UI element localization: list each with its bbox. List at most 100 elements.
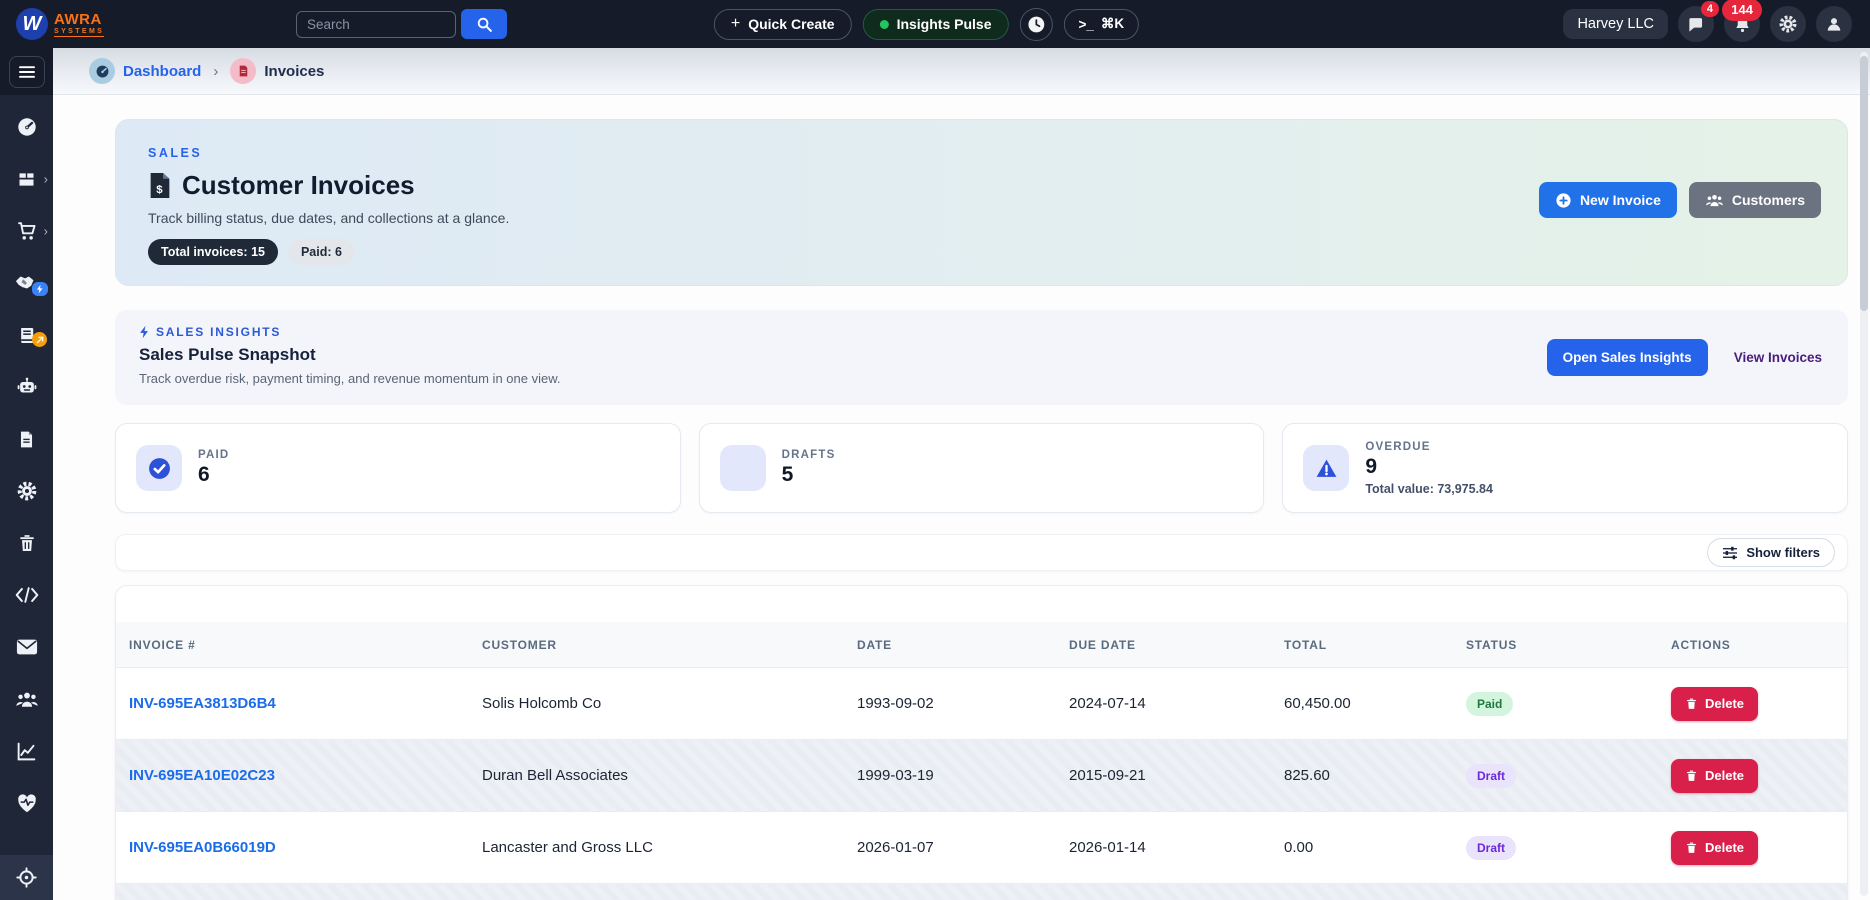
table-header-row: INVOICE # CUSTOMER DATE DUE DATE TOTAL S… — [116, 622, 1847, 667]
breadcrumb-invoices: Invoices — [230, 58, 324, 84]
invoices-table: INVOICE # CUSTOMER DATE DUE DATE TOTAL S… — [115, 585, 1848, 900]
sidebar-item-customers[interactable] — [0, 673, 53, 725]
trash-icon — [17, 533, 37, 554]
column-header-total: TOTAL — [1284, 638, 1466, 652]
page-title: Customer Invoices — [182, 170, 415, 201]
breadcrumb-separator: › — [213, 63, 218, 80]
heart-pulse-icon — [16, 793, 38, 813]
search-input[interactable] — [296, 11, 456, 38]
gauge-icon — [16, 116, 38, 138]
chevron-right-icon: › — [44, 224, 48, 239]
gauge-icon — [89, 58, 115, 84]
sidebar-item-settings[interactable] — [0, 465, 53, 517]
package-box-icon — [16, 169, 37, 190]
robot-icon — [16, 376, 38, 398]
green-dot-icon — [880, 20, 889, 29]
invoice-link[interactable]: INV-695EA10E02C23 — [129, 767, 275, 784]
stat-value: 6 — [198, 463, 229, 487]
messages-button[interactable]: 4 — [1678, 6, 1714, 42]
plus-icon: + — [731, 15, 740, 33]
settings-button[interactable] — [1770, 6, 1806, 42]
customers-button[interactable]: Customers — [1689, 182, 1821, 218]
delete-button[interactable]: Delete — [1671, 687, 1758, 721]
sidebar-item-target[interactable] — [0, 855, 53, 900]
table-row: INV-695EA3813D6B4 Solis Holcomb Co 1993-… — [116, 667, 1847, 739]
invoice-link[interactable]: INV-695EA0B66019D — [129, 839, 276, 856]
sidebar-item-dashboard[interactable] — [0, 101, 53, 153]
app-logo[interactable]: W AWRA SYSTEMS — [16, 8, 166, 40]
scrollbar-thumb[interactable] — [1860, 56, 1868, 311]
open-sales-insights-button[interactable]: Open Sales Insights — [1547, 339, 1708, 376]
chevron-right-icon: › — [44, 172, 48, 187]
profile-button[interactable] — [1816, 6, 1852, 42]
logo-mark-icon: W — [16, 8, 48, 40]
top-navbar: W AWRA SYSTEMS + Quick Create Insights P… — [0, 0, 1870, 48]
clock-icon — [1026, 15, 1045, 34]
quick-create-button[interactable]: + Quick Create — [714, 9, 852, 40]
sidebar-item-ai-assistant[interactable] — [0, 361, 53, 413]
breadcrumb-dashboard[interactable]: Dashboard — [89, 58, 201, 84]
invoice-link[interactable]: INV-695EA3813D6B4 — [129, 695, 276, 712]
users-group-icon — [15, 689, 39, 709]
customer-cell: Lancaster and Gross LLC — [482, 839, 857, 856]
check-circle-icon — [136, 445, 182, 491]
column-header-status: STATUS — [1466, 638, 1671, 652]
sidebar-item-analytics[interactable] — [0, 725, 53, 777]
file-icon — [17, 429, 36, 450]
table-row: INV-695EA10E02C23 Duran Bell Associates … — [116, 739, 1847, 811]
vertical-scrollbar[interactable] — [1860, 52, 1868, 896]
stats-row: PAID 6 DRAFTS 5 OVERDUE — [115, 423, 1848, 513]
section-eyebrow: SALES — [148, 146, 1815, 160]
stat-card-drafts: DRAFTS 5 — [699, 423, 1265, 513]
company-selector[interactable]: Harvey LLC — [1563, 9, 1668, 39]
sidebar-item-orders[interactable]: › — [0, 205, 53, 257]
hamburger-icon — [18, 65, 36, 79]
sidebar-item-health[interactable] — [0, 777, 53, 829]
table-row-partial — [116, 883, 1847, 900]
stat-note: Total value: 73,975.84 — [1365, 482, 1493, 496]
command-palette-button[interactable]: >_ ⌘K — [1063, 9, 1139, 40]
delete-button[interactable]: Delete — [1671, 831, 1758, 865]
users-icon — [1705, 192, 1724, 208]
due-date-cell: 2026-01-14 — [1069, 839, 1284, 856]
delete-button[interactable]: Delete — [1671, 759, 1758, 793]
warning-triangle-icon — [1303, 445, 1349, 491]
notifications-button[interactable]: 144 — [1724, 6, 1760, 42]
terminal-prompt-icon: >_ — [1078, 17, 1093, 32]
sidebar-toggle-button[interactable] — [9, 56, 45, 88]
stat-card-paid: PAID 6 — [115, 423, 681, 513]
code-icon — [15, 586, 39, 604]
view-invoices-link[interactable]: View Invoices — [1734, 350, 1822, 365]
shortcut-keys: ⌘K — [1101, 16, 1124, 32]
stat-value: 5 — [782, 463, 836, 487]
stat-label: OVERDUE — [1365, 441, 1493, 453]
bolt-badge-icon — [32, 282, 48, 296]
arrow-badge-icon — [32, 332, 47, 347]
table-row: INV-695EA0B66019D Lancaster and Gross LL… — [116, 811, 1847, 883]
sidebar-item-partners[interactable] — [0, 257, 53, 309]
plus-circle-icon — [1555, 192, 1572, 209]
status-badge: Draft — [1466, 764, 1516, 788]
sidebar-item-packages[interactable]: › — [0, 153, 53, 205]
paid-count-badge: Paid: 6 — [288, 239, 355, 265]
app-frame: › › — [0, 48, 1870, 900]
new-invoice-button[interactable]: New Invoice — [1539, 182, 1677, 218]
insights-pulse-button[interactable]: Insights Pulse — [863, 9, 1009, 40]
total-cell: 60,450.00 — [1284, 695, 1466, 712]
stat-label: PAID — [198, 449, 229, 461]
stat-card-overdue: OVERDUE 9 Total value: 73,975.84 — [1282, 423, 1848, 513]
sidebar-item-trash[interactable] — [0, 517, 53, 569]
show-filters-button[interactable]: Show filters — [1707, 538, 1835, 567]
sidebar-item-documents[interactable] — [0, 413, 53, 465]
insights-eyebrow: SALES INSIGHTS — [156, 325, 281, 339]
search-button[interactable] — [461, 9, 507, 39]
customer-cell: Duran Bell Associates — [482, 767, 857, 784]
sidebar-item-developer[interactable] — [0, 569, 53, 621]
status-badge: Paid — [1466, 692, 1513, 716]
history-clock-button[interactable] — [1019, 8, 1052, 41]
sidebar-item-mail[interactable] — [0, 621, 53, 673]
sidebar-item-ledger[interactable] — [0, 309, 53, 361]
search-icon — [476, 16, 493, 33]
status-badge: Draft — [1466, 836, 1516, 860]
left-sidebar: › › — [0, 48, 53, 900]
